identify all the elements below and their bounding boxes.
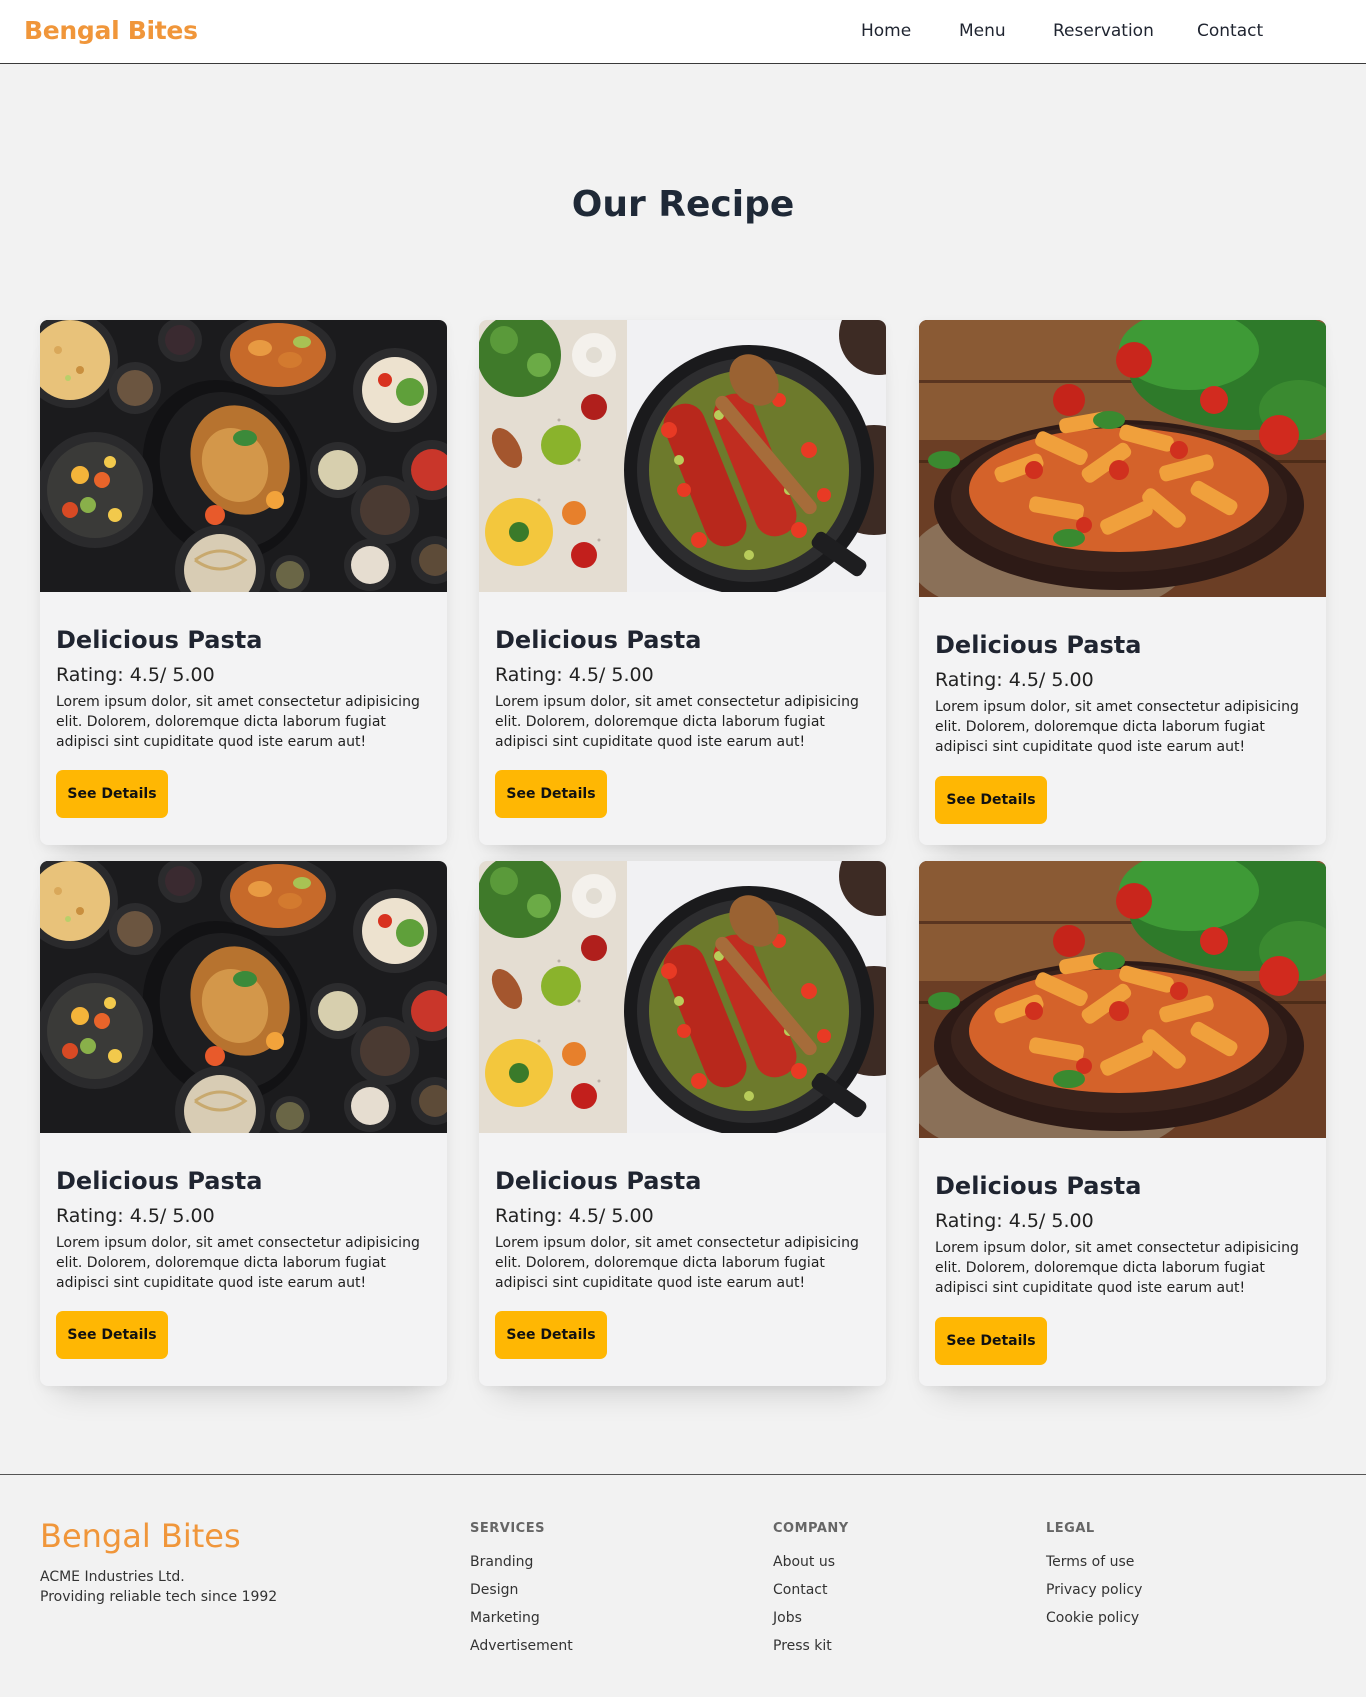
footer-column-company: COMPANY About us Contact Jobs Press kit: [773, 1521, 849, 1664]
footer-column-legal: LEGAL Terms of use Privacy policy Cookie…: [1046, 1521, 1142, 1636]
footer-company-name: ACME Industries Ltd.: [40, 1569, 185, 1585]
see-details-button[interactable]: See Details: [56, 1311, 168, 1359]
recipe-rating: Rating: 4.5/ 5.00: [935, 1210, 1094, 1232]
footer-column-title: LEGAL: [1046, 1521, 1095, 1536]
recipe-rating: Rating: 4.5/ 5.00: [56, 1205, 215, 1227]
recipe-title: Delicious Pasta: [56, 1167, 263, 1195]
recipe-rating: Rating: 4.5/ 5.00: [495, 664, 654, 686]
brand-logo[interactable]: Bengal Bites: [24, 16, 198, 45]
nav-link-menu[interactable]: Menu: [959, 21, 1006, 41]
recipe-rating: Rating: 4.5/ 5.00: [935, 669, 1094, 691]
recipe-description: Lorem ipsum dolor, sit amet consectetur …: [495, 1235, 859, 1291]
nav-link-reservation[interactable]: Reservation: [1053, 21, 1154, 41]
top-navbar: Bengal Bites Home Menu Reservation Conta…: [0, 0, 1366, 64]
footer-tagline: Providing reliable tech since 1992: [40, 1589, 278, 1605]
recipe-description: Lorem ipsum dolor, sit amet consectetur …: [935, 1240, 1299, 1296]
recipe-rating: Rating: 4.5/ 5.00: [56, 664, 215, 686]
footer-link-design[interactable]: Design: [470, 1580, 573, 1608]
recipe-description: Lorem ipsum dolor, sit amet consectetur …: [56, 1235, 420, 1291]
recipe-title: Delicious Pasta: [495, 626, 702, 654]
footer-link-cookies[interactable]: Cookie policy: [1046, 1608, 1142, 1636]
recipe-card: Delicious Pasta Rating: 4.5/ 5.00 Lorem …: [479, 320, 886, 845]
recipe-description: Lorem ipsum dolor, sit amet consectetur …: [495, 694, 859, 750]
recipe-title: Delicious Pasta: [56, 626, 263, 654]
recipe-title: Delicious Pasta: [495, 1167, 702, 1195]
recipe-image: [479, 320, 886, 592]
footer-link-contact[interactable]: Contact: [773, 1580, 849, 1608]
see-details-button[interactable]: See Details: [495, 1311, 607, 1359]
footer-link-terms[interactable]: Terms of use: [1046, 1552, 1142, 1580]
recipe-image: [40, 320, 447, 592]
see-details-button[interactable]: See Details: [935, 1317, 1047, 1365]
recipe-title: Delicious Pasta: [935, 631, 1142, 659]
site-footer: Bengal Bites ACME Industries Ltd. Provid…: [0, 1474, 1366, 1697]
nav-link-contact[interactable]: Contact: [1197, 21, 1263, 41]
footer-brand: Bengal Bites: [40, 1517, 241, 1555]
footer-link-advertisement[interactable]: Advertisement: [470, 1636, 573, 1664]
recipe-title: Delicious Pasta: [935, 1172, 1142, 1200]
recipe-image: [919, 861, 1326, 1138]
recipe-image: [919, 320, 1326, 597]
recipe-description: Lorem ipsum dolor, sit amet consectetur …: [935, 699, 1299, 755]
footer-link-press-kit[interactable]: Press kit: [773, 1636, 849, 1664]
see-details-button[interactable]: See Details: [935, 776, 1047, 824]
footer-link-marketing[interactable]: Marketing: [470, 1608, 573, 1636]
footer-link-about[interactable]: About us: [773, 1552, 849, 1580]
see-details-button[interactable]: See Details: [56, 770, 168, 818]
footer-link-jobs[interactable]: Jobs: [773, 1608, 849, 1636]
recipe-image: [479, 861, 886, 1133]
footer-column-title: COMPANY: [773, 1521, 849, 1536]
footer-column-title: SERVICES: [470, 1521, 545, 1536]
recipe-card: Delicious Pasta Rating: 4.5/ 5.00 Lorem …: [919, 861, 1326, 1386]
recipe-card: Delicious Pasta Rating: 4.5/ 5.00 Lorem …: [40, 320, 447, 845]
recipe-card: Delicious Pasta Rating: 4.5/ 5.00 Lorem …: [40, 861, 447, 1386]
recipe-card: Delicious Pasta Rating: 4.5/ 5.00 Lorem …: [919, 320, 1326, 845]
nav-link-home[interactable]: Home: [861, 21, 911, 41]
recipe-image: [40, 861, 447, 1133]
see-details-button[interactable]: See Details: [495, 770, 607, 818]
footer-link-privacy[interactable]: Privacy policy: [1046, 1580, 1142, 1608]
footer-column-services: SERVICES Branding Design Marketing Adver…: [470, 1521, 573, 1664]
recipe-card: Delicious Pasta Rating: 4.5/ 5.00 Lorem …: [479, 861, 886, 1386]
footer-link-branding[interactable]: Branding: [470, 1552, 573, 1580]
recipe-description: Lorem ipsum dolor, sit amet consectetur …: [56, 694, 420, 750]
recipe-rating: Rating: 4.5/ 5.00: [495, 1205, 654, 1227]
section-title: Our Recipe: [571, 184, 795, 225]
